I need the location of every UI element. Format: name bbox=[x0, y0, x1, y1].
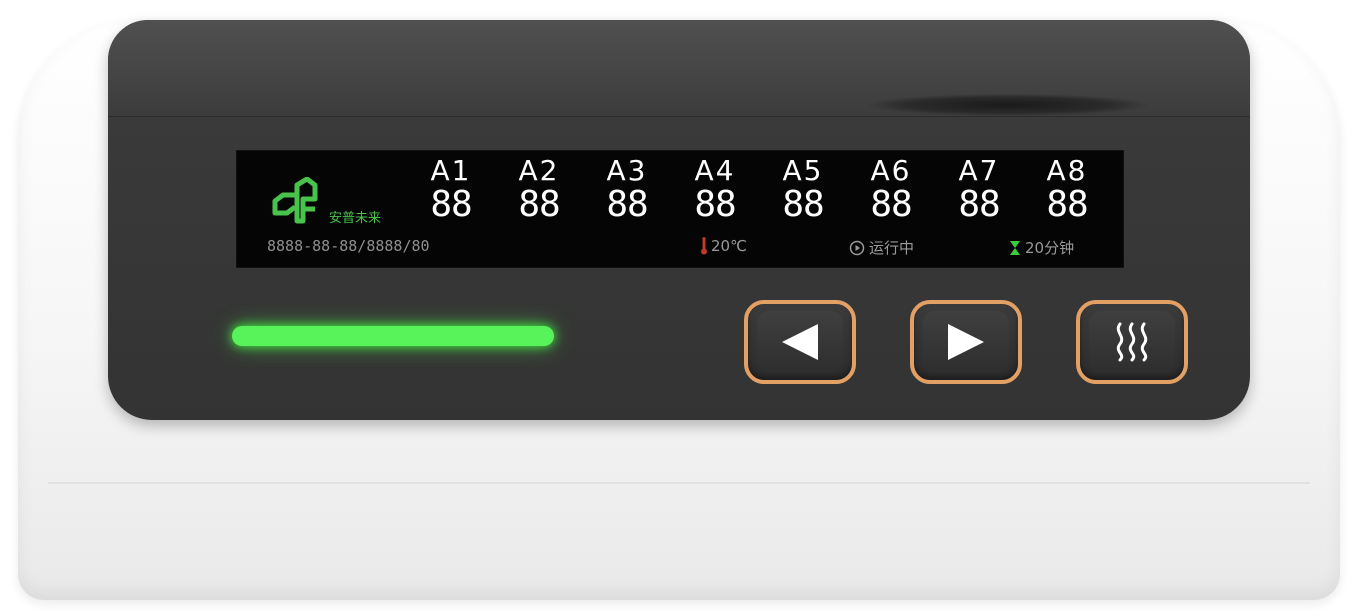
channel-value: 88 bbox=[870, 184, 912, 225]
lcd-display: 安普未来 A1 88 A2 88 A3 88 A4 88 A5 88 A6 88… bbox=[236, 150, 1124, 268]
channel-value: 88 bbox=[782, 184, 824, 225]
channel-value: 88 bbox=[1046, 184, 1088, 225]
channel-a5: A5 88 bbox=[773, 155, 833, 223]
right-triangle-icon bbox=[948, 324, 984, 360]
brand-text: 安普未来 bbox=[329, 211, 382, 226]
prev-button[interactable] bbox=[744, 300, 856, 384]
channel-a8: A8 88 bbox=[1037, 155, 1097, 223]
channel-label: A4 bbox=[694, 154, 736, 187]
heat-button[interactable] bbox=[1076, 300, 1188, 384]
channel-a3: A3 88 bbox=[597, 155, 657, 223]
channel-value: 88 bbox=[518, 184, 560, 225]
timer-readout: 20分钟 bbox=[1009, 237, 1074, 258]
left-triangle-icon bbox=[782, 324, 818, 360]
leaf-logo-icon bbox=[272, 177, 318, 224]
status-text: 运行中 bbox=[869, 239, 915, 257]
card-slot bbox=[868, 94, 1148, 116]
prev-button-face[interactable] bbox=[757, 311, 843, 373]
datetime-readout: 8888-88-88/8888/80 bbox=[267, 237, 430, 255]
channel-a4: A4 88 bbox=[685, 155, 745, 223]
channel-label: A7 bbox=[958, 154, 1000, 187]
channel-a2: A2 88 bbox=[509, 155, 569, 223]
heat-waves-icon bbox=[1116, 322, 1148, 362]
status-led-bar bbox=[232, 326, 554, 346]
control-panel: 安普未来 A1 88 A2 88 A3 88 A4 88 A5 88 A6 88… bbox=[108, 20, 1250, 420]
thermometer-icon bbox=[701, 237, 707, 255]
channel-a6: A6 88 bbox=[861, 155, 921, 223]
hourglass-icon bbox=[1010, 241, 1020, 255]
channel-label: A8 bbox=[1046, 154, 1088, 187]
channel-a1: A1 88 bbox=[421, 155, 481, 223]
channel-value: 88 bbox=[606, 184, 648, 225]
channel-label: A3 bbox=[606, 154, 648, 187]
heat-button-face[interactable] bbox=[1089, 311, 1175, 373]
channel-label: A2 bbox=[518, 154, 560, 187]
next-button-face[interactable] bbox=[923, 311, 1009, 373]
channel-label: A1 bbox=[430, 154, 472, 187]
timer-text: 20分钟 bbox=[1025, 239, 1075, 257]
temperature-readout: 20℃ bbox=[711, 237, 747, 255]
next-button[interactable] bbox=[910, 300, 1022, 384]
channel-value: 88 bbox=[430, 184, 472, 225]
channel-label: A5 bbox=[782, 154, 824, 187]
channel-label: A6 bbox=[870, 154, 912, 187]
status-readout: 运行中 bbox=[849, 237, 914, 258]
channel-value: 88 bbox=[958, 184, 1000, 225]
base-seam bbox=[48, 482, 1310, 484]
play-circle-icon bbox=[849, 240, 865, 256]
channel-a7: A7 88 bbox=[949, 155, 1009, 223]
device-body: 安普未来 A1 88 A2 88 A3 88 A4 88 A5 88 A6 88… bbox=[18, 20, 1340, 600]
channel-value: 88 bbox=[694, 184, 736, 225]
